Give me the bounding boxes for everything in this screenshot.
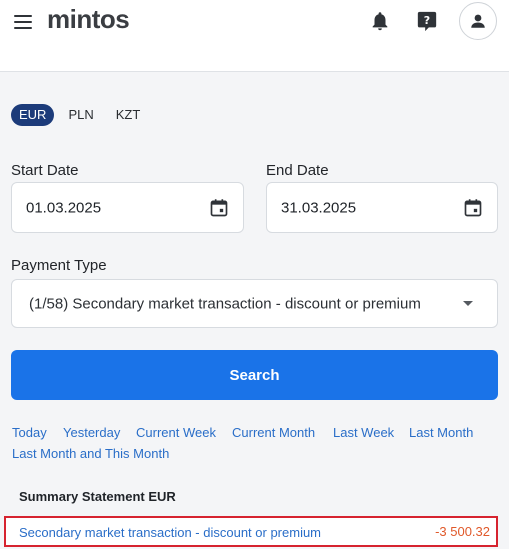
- summary-row: Secondary market transaction - discount …: [4, 516, 498, 547]
- menu-icon[interactable]: [14, 15, 32, 29]
- payment-type-value: (1/58) Secondary market transaction - di…: [29, 295, 421, 312]
- user-avatar-button[interactable]: [459, 2, 497, 40]
- start-date-label: Start Date: [11, 162, 79, 179]
- payment-type-label: Payment Type: [11, 257, 107, 274]
- user-icon: [471, 14, 485, 28]
- currency-tabs: EUR PLN KZT: [11, 104, 154, 126]
- quick-range-last-week[interactable]: Last Week: [333, 425, 394, 440]
- tab-eur[interactable]: EUR: [11, 104, 55, 126]
- search-button[interactable]: Search: [11, 350, 498, 400]
- start-date-field[interactable]: 01.03.2025: [11, 182, 244, 233]
- help-icon[interactable]: ?: [416, 10, 438, 32]
- quick-range-last-month-and-this-month[interactable]: Last Month and This Month: [12, 446, 169, 461]
- end-date-field[interactable]: 31.03.2025: [266, 182, 498, 233]
- start-date-value: 01.03.2025: [26, 199, 102, 216]
- summary-row-amount: -3 500.32: [435, 524, 490, 539]
- quick-range-last-month[interactable]: Last Month: [409, 425, 473, 440]
- calendar-icon[interactable]: [209, 198, 229, 218]
- quick-range-today[interactable]: Today: [12, 425, 47, 440]
- end-date-label: End Date: [266, 162, 329, 179]
- end-date-value: 31.03.2025: [281, 199, 357, 216]
- quick-range-current-month[interactable]: Current Month: [232, 425, 315, 440]
- calendar-icon[interactable]: [463, 198, 483, 218]
- mintos-logo[interactable]: mintos: [47, 4, 130, 35]
- tab-kzt[interactable]: KZT: [108, 104, 149, 126]
- top-header: mintos ?: [0, 0, 509, 72]
- summary-title: Summary Statement EUR: [19, 489, 176, 504]
- quick-range-current-week[interactable]: Current Week: [136, 425, 216, 440]
- tab-pln[interactable]: PLN: [60, 104, 101, 126]
- summary-row-name[interactable]: Secondary market transaction - discount …: [19, 525, 321, 540]
- svg-text:?: ?: [424, 14, 430, 27]
- payment-type-select[interactable]: (1/58) Secondary market transaction - di…: [11, 279, 498, 328]
- quick-range-yesterday[interactable]: Yesterday: [63, 425, 120, 440]
- bell-icon[interactable]: [369, 10, 391, 32]
- chevron-down-icon[interactable]: [463, 301, 473, 306]
